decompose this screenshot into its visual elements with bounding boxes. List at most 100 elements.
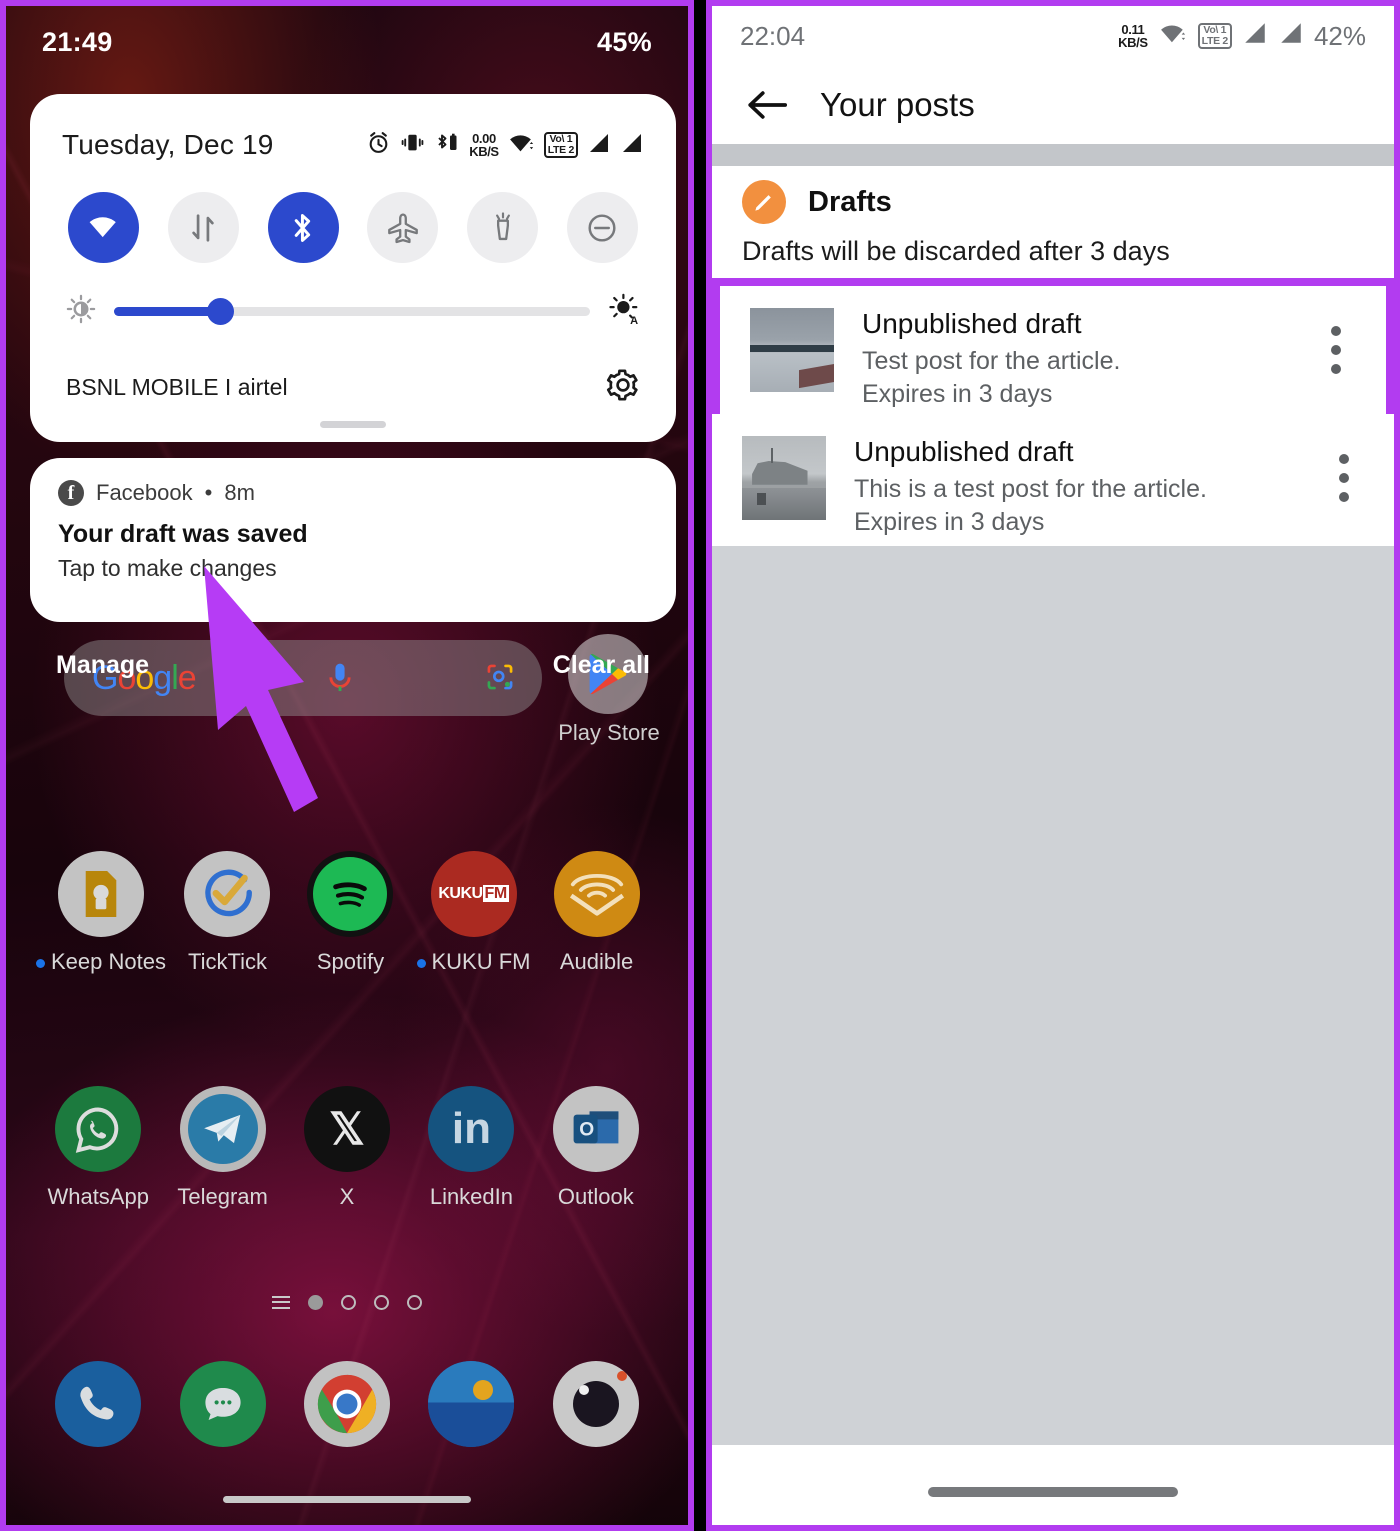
brightness-auto-icon[interactable]: A	[608, 293, 640, 330]
gear-icon[interactable]	[606, 368, 640, 407]
dock-chrome[interactable]	[285, 1361, 409, 1447]
app-keep-notes[interactable]: Keep Notes	[36, 851, 166, 974]
page-dot-3[interactable]	[374, 1294, 389, 1310]
drafts-subtitle: Drafts will be discarded after 3 days	[742, 236, 1170, 266]
page-dot-1[interactable]	[308, 1294, 323, 1310]
app-label: Outlook	[557, 1184, 634, 1209]
dock	[6, 1361, 688, 1447]
draft-title: Unpublished draft	[854, 436, 1074, 467]
whatsapp-icon	[55, 1086, 142, 1172]
hamburger-icon[interactable]	[272, 1292, 290, 1312]
dnd-tile[interactable]	[566, 192, 638, 263]
empty-list-area	[712, 546, 1394, 1445]
back-arrow-icon[interactable]	[746, 89, 788, 121]
draft-overflow-menu-button[interactable]	[1316, 308, 1356, 374]
app-row-2: WhatsApp Telegram 𝕏 X in LinkedIn O Outl…	[6, 1086, 688, 1209]
quick-settings-tiles	[62, 192, 644, 263]
data-speed-icon: 0.00 KB/S	[469, 130, 499, 159]
dock-gallery[interactable]	[409, 1361, 533, 1447]
flashlight-tile[interactable]	[467, 192, 539, 263]
play-store-label: Play Store	[558, 720, 660, 745]
notification-app-name: Facebook	[96, 480, 193, 505]
alarm-icon	[366, 130, 391, 160]
vibrate-icon	[400, 130, 425, 160]
facebook-icon: f	[58, 480, 84, 506]
chrome-icon	[304, 1361, 391, 1447]
notification-app-row: f Facebook • 8m	[58, 480, 648, 506]
dock-phone[interactable]	[36, 1361, 160, 1447]
telegram-icon	[179, 1086, 266, 1172]
svg-text:A: A	[630, 315, 638, 325]
app-kuku-fm[interactable]: KUKU FM KUKU FM	[412, 851, 535, 974]
right-phone-panel: 22:04 0.11 KB/S Vo\ 1 LTE 2 42% Your pos…	[706, 0, 1400, 1531]
navigation-pill[interactable]	[223, 1496, 471, 1503]
app-bar: Your posts	[712, 66, 1394, 144]
outlook-icon: O	[552, 1086, 639, 1172]
app-linkedin[interactable]: in LinkedIn	[409, 1086, 533, 1209]
navigation-pill[interactable]	[928, 1487, 1178, 1497]
app-label: Audible	[559, 949, 634, 974]
status-battery-percent: 45%	[597, 26, 652, 57]
app-audible[interactable]: Audible	[535, 851, 658, 974]
app-ticktick[interactable]: TickTick	[166, 851, 289, 974]
keep-notes-icon	[57, 851, 144, 937]
draft-list-item[interactable]: Unpublished draft This is a test post fo…	[712, 414, 1394, 559]
app-whatsapp[interactable]: WhatsApp	[36, 1086, 160, 1209]
phone-icon	[55, 1361, 142, 1447]
app-telegram[interactable]: Telegram	[160, 1086, 284, 1209]
page-dot-4[interactable]	[407, 1294, 422, 1310]
signal-sim2-icon	[1278, 20, 1304, 53]
manage-notifications-button[interactable]: Manage	[56, 651, 149, 680]
screenshot-stage: 21:49 45% Tuesday, Dec 19 0.00 KB/S Vo\ …	[0, 0, 1400, 1531]
dock-messages[interactable]	[160, 1361, 284, 1447]
camera-icon	[552, 1361, 639, 1447]
dock-camera[interactable]	[534, 1361, 658, 1447]
draft-text: Unpublished draft Test post for the arti…	[834, 308, 1316, 409]
draft-text: Unpublished draft This is a test post fo…	[826, 436, 1324, 537]
status-time: 21:49	[42, 26, 113, 57]
app-outlook[interactable]: O Outlook	[534, 1086, 658, 1209]
wifi-icon	[508, 130, 535, 160]
drafts-title-row: Drafts	[742, 180, 1360, 224]
draft-title: Unpublished draft	[862, 308, 1082, 339]
app-label: Keep Notes	[36, 949, 166, 974]
draft-expiry: Expires in 3 days	[854, 508, 1045, 536]
quick-settings-date: Tuesday, Dec 19	[62, 129, 274, 160]
notification-title: Your draft was saved	[58, 520, 308, 548]
signal-sim2-icon	[620, 131, 644, 160]
right-nav-bar	[712, 1445, 1394, 1525]
app-label: LinkedIn	[429, 1184, 514, 1209]
messages-icon	[179, 1361, 266, 1447]
spotify-icon	[307, 851, 394, 937]
wifi-tile[interactable]	[68, 192, 139, 263]
signal-sim1-icon	[587, 131, 611, 160]
app-spotify[interactable]: Spotify	[289, 851, 412, 974]
left-status-bar: 21:49 45%	[6, 6, 688, 78]
quick-settings-card[interactable]: Tuesday, Dec 19 0.00 KB/S Vo\ 1 LTE 2 A …	[30, 94, 676, 442]
page-title: Your posts	[820, 86, 975, 123]
app-x[interactable]: 𝕏 X	[285, 1086, 409, 1209]
brightness-slider-knob[interactable]	[206, 298, 234, 325]
left-phone-panel: 21:49 45% Tuesday, Dec 19 0.00 KB/S Vo\ …	[0, 0, 694, 1531]
gallery-icon	[428, 1361, 515, 1447]
right-status-bar: 22:04 0.11 KB/S Vo\ 1 LTE 2 42%	[712, 6, 1394, 66]
draft-expiry: Expires in 3 days	[862, 380, 1053, 408]
app-label: Telegram	[177, 1184, 268, 1209]
kuku-fm-icon: KUKU FM	[430, 851, 517, 937]
notification-time: 8m	[224, 480, 255, 505]
brightness-slider[interactable]	[114, 298, 590, 325]
clear-all-button[interactable]: Clear all	[553, 651, 650, 680]
airplane-mode-tile[interactable]	[367, 192, 439, 263]
page-dot-2[interactable]	[341, 1294, 356, 1310]
svg-text:O: O	[579, 1119, 594, 1140]
linkedin-icon: in	[428, 1086, 515, 1172]
bluetooth-tile[interactable]	[267, 192, 339, 263]
mobile-data-tile[interactable]	[167, 192, 239, 263]
app-row-1: Keep Notes TickTick Spotify KUKU FM KUKU…	[6, 851, 688, 974]
drafts-header: Drafts Drafts will be discarded after 3 …	[712, 166, 1394, 278]
app-label: TickTick	[187, 949, 267, 974]
quick-settings-drag-handle[interactable]	[320, 421, 386, 428]
quick-settings-status-icons: 0.00 KB/S Vo\ 1 LTE 2	[366, 130, 644, 160]
draft-overflow-menu-button[interactable]	[1324, 436, 1364, 502]
section-divider	[712, 144, 1394, 166]
